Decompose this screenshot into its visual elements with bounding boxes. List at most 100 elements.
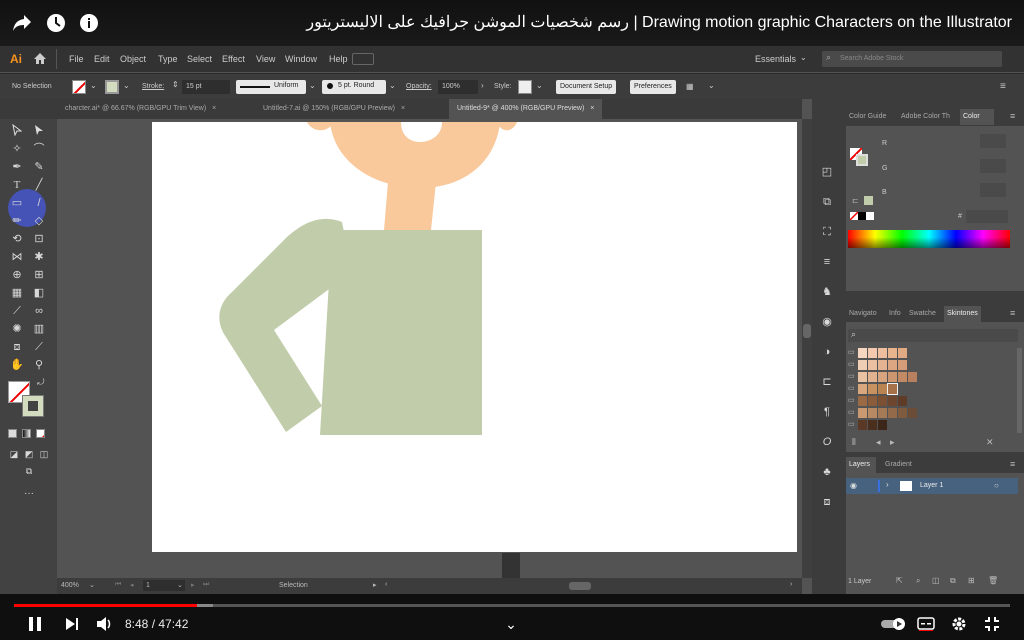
skintone-swatch[interactable]: [888, 408, 897, 418]
menu-file[interactable]: File: [69, 54, 84, 64]
web-safe-swatch[interactable]: [864, 196, 873, 205]
pencil-icon[interactable]: ✏: [9, 214, 25, 228]
last-artboard-icon[interactable]: ⏭: [203, 581, 209, 589]
channel-g-field[interactable]: [980, 159, 1006, 173]
skintone-swatch[interactable]: [868, 372, 877, 382]
scroll-right-icon[interactable]: ›: [790, 581, 792, 588]
skintone-swatch[interactable]: [898, 372, 907, 382]
stroke-swatch[interactable]: [856, 154, 868, 166]
draw-behind-icon[interactable]: ◩: [21, 447, 37, 461]
info-icon[interactable]: [77, 11, 101, 35]
gradient-mode-icon[interactable]: [22, 429, 31, 438]
paintbrush-icon[interactable]: /: [31, 196, 47, 210]
swatch-library-icon[interactable]: ⫴: [852, 437, 856, 448]
chevron-down-icon[interactable]: ⌄: [389, 81, 396, 90]
tab-color-guide[interactable]: Color Guide: [846, 109, 889, 125]
skintone-swatch[interactable]: [878, 396, 887, 406]
eyedropper-icon[interactable]: ⟋: [9, 304, 25, 318]
skintone-swatch[interactable]: [887, 383, 898, 395]
skintone-swatch[interactable]: [878, 348, 887, 358]
next-video-icon[interactable]: [61, 614, 83, 634]
home-icon[interactable]: [33, 52, 47, 66]
skintone-swatch[interactable]: [898, 396, 907, 406]
symbol-sprayer-icon[interactable]: ✺: [9, 322, 25, 336]
swatch-scrollbar[interactable]: [1017, 348, 1022, 433]
subtitles-icon[interactable]: [915, 614, 937, 634]
tab-untitled-9[interactable]: Untitled-9* @ 400% (RGB/GPU Preview) ×: [449, 99, 603, 119]
black-swatch[interactable]: [858, 212, 866, 220]
channel-b-field[interactable]: [980, 183, 1006, 197]
skintone-swatch[interactable]: [858, 420, 867, 430]
graphic-style-swatch[interactable]: [518, 80, 532, 94]
fill-none-swatch[interactable]: [72, 80, 86, 94]
scroll-left-icon[interactable]: ‹: [385, 581, 387, 588]
white-swatch[interactable]: [866, 212, 874, 220]
tab-layers[interactable]: Layers: [846, 457, 876, 473]
brush-definition[interactable]: 5 pt. Round: [322, 80, 386, 94]
document-setup-button[interactable]: Document Setup: [556, 80, 617, 94]
live-paint-icon[interactable]: ⊞: [31, 268, 47, 282]
swatch-search-field[interactable]: ⌕: [848, 329, 1018, 342]
delete-icon[interactable]: ✕: [986, 437, 994, 448]
color-mode-icon[interactable]: [8, 429, 17, 438]
stroke-color-swatch[interactable]: [105, 80, 119, 94]
skintone-swatch[interactable]: [878, 384, 887, 394]
curvature-icon[interactable]: ✎: [31, 160, 47, 174]
skintone-swatch[interactable]: [858, 396, 867, 406]
next-artboard-icon[interactable]: ▸: [191, 581, 195, 589]
menu-window[interactable]: Window: [285, 54, 317, 64]
rectangle-tool-icon[interactable]: ▭: [9, 196, 25, 210]
tab-color[interactable]: Color: [960, 109, 994, 125]
pause-icon[interactable]: [24, 614, 46, 634]
skintone-swatch[interactable]: [868, 348, 877, 358]
stroke-panel-icon[interactable]: ◉: [819, 315, 835, 329]
channel-r-field[interactable]: [980, 134, 1006, 148]
skintone-swatch[interactable]: [898, 348, 907, 358]
artboard[interactable]: [152, 122, 797, 552]
stroke-weight-field[interactable]: 15 pt: [182, 80, 230, 94]
gradient-icon[interactable]: ◧: [31, 286, 47, 300]
slice-tool-icon[interactable]: ⟋: [31, 340, 47, 354]
width-tool-icon[interactable]: ⋈: [9, 250, 25, 264]
skintone-swatch[interactable]: [878, 408, 887, 418]
opacity-field[interactable]: 100%: [438, 80, 478, 94]
autoplay-toggle[interactable]: [880, 614, 908, 634]
color-panel-icon[interactable]: ◰: [819, 165, 835, 179]
settings-gear-icon[interactable]: [948, 614, 970, 634]
swap-arrow-icon[interactable]: ⤾: [37, 377, 45, 388]
menu-object[interactable]: Object: [120, 54, 146, 64]
scale-icon[interactable]: ⊡: [31, 232, 47, 246]
hand-tool-icon[interactable]: ✋: [9, 358, 25, 372]
first-artboard-icon[interactable]: ⏮: [115, 581, 121, 589]
direct-selection-tool-icon[interactable]: [31, 124, 47, 138]
skintone-swatch[interactable]: [878, 360, 887, 370]
screen-mode-icon[interactable]: ⧉: [21, 464, 37, 478]
tab-charcter[interactable]: charcter.ai* @ 66.67% (RGB/GPU Trim View…: [57, 99, 224, 119]
chevron-down-icon[interactable]: ⌄: [309, 81, 316, 90]
visibility-eye-icon[interactable]: ◉: [850, 481, 857, 490]
new-layer-icon[interactable]: ⊞: [968, 576, 975, 585]
skintone-swatch[interactable]: [868, 396, 877, 406]
character-artwork[interactable]: [152, 122, 797, 552]
arrange-icon[interactable]: ▦: [686, 82, 694, 91]
opentype-icon[interactable]: O: [819, 435, 835, 449]
blend-icon[interactable]: ∞: [31, 304, 47, 318]
skintone-swatch[interactable]: [908, 372, 917, 382]
target-circle-icon[interactable]: ○: [994, 481, 999, 490]
asset-export-icon[interactable]: ⧈: [819, 495, 835, 509]
tab-adobe-color-themes[interactable]: Adobe Color Th: [898, 109, 953, 125]
menu-select[interactable]: Select: [187, 54, 212, 64]
perspective-grid-icon[interactable]: ▦: [9, 286, 25, 300]
skintone-swatch[interactable]: [858, 372, 867, 382]
tab-swatches[interactable]: Swatche: [906, 306, 939, 322]
opacity-label[interactable]: Opacity:: [402, 80, 436, 94]
selection-tool-icon[interactable]: [9, 123, 25, 138]
chevron-down-icon[interactable]: ⌄: [177, 581, 183, 589]
layer-row[interactable]: ◉ › Layer 1 ○: [846, 478, 1018, 494]
chevron-down-icon[interactable]: ⌄: [89, 581, 95, 589]
skintone-swatch-grid[interactable]: ▭ ▭ ▭ ▭ ▭ ▭ ▭: [848, 348, 1018, 436]
none-swatch[interactable]: [850, 212, 858, 220]
skintone-swatch[interactable]: [858, 384, 867, 394]
hex-field[interactable]: [966, 210, 1008, 223]
menu-effect[interactable]: Effect: [222, 54, 245, 64]
